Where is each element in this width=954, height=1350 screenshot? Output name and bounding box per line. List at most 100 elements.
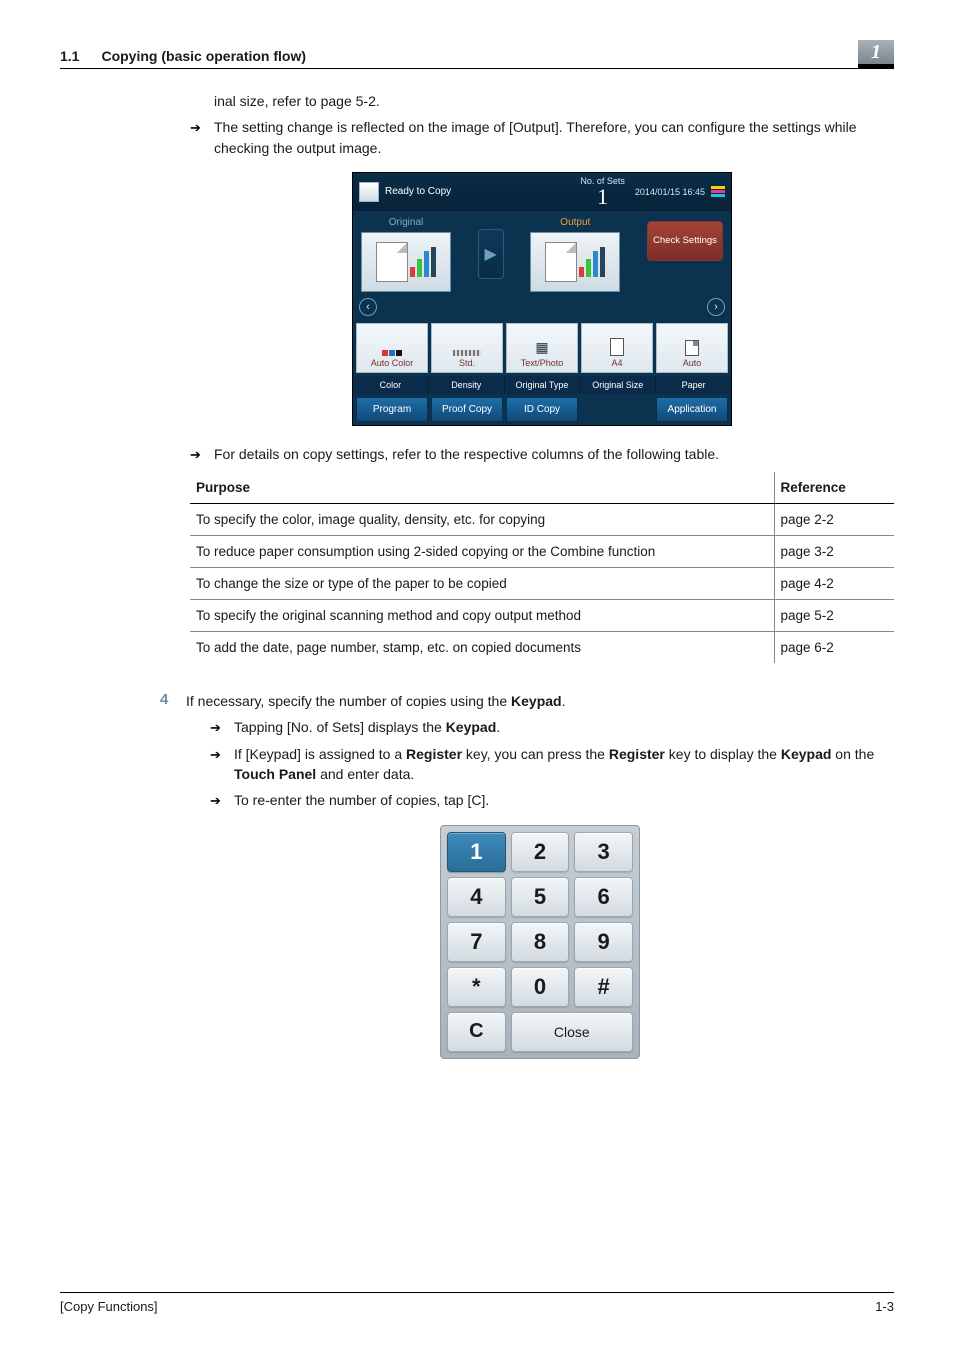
key-3[interactable]: 3: [574, 832, 633, 872]
option-value: Std.: [459, 358, 475, 368]
application-button[interactable]: Application: [656, 397, 728, 422]
panel-bottom-row: Program Proof Copy ID Copy Application: [353, 394, 731, 425]
output-thumb-icon: [530, 232, 620, 292]
bullet-output-setting: ➔ The setting change is reflected on the…: [190, 117, 894, 158]
original-preview: Original: [361, 217, 451, 292]
panel-chevron-row: ‹ ›: [353, 292, 731, 320]
td-reference: page 6-2: [774, 632, 894, 664]
option-density[interactable]: Std.: [431, 323, 503, 373]
key-6[interactable]: 6: [574, 877, 633, 917]
option-grid: Auto Color Std. ▦ Text/Photo A4 Auto: [353, 320, 731, 376]
tray-icon: [685, 340, 699, 356]
proof-copy-button[interactable]: Proof Copy: [431, 397, 503, 422]
key-close[interactable]: Close: [511, 1012, 633, 1052]
table-row: To add the date, page number, stamp, etc…: [190, 632, 894, 664]
output-label: Output: [560, 217, 590, 228]
chevron-left-icon[interactable]: ‹: [359, 298, 377, 316]
step-bullet-1: ➔ Tapping [No. of Sets] displays the Key…: [210, 717, 894, 737]
kw-keypad: Keypad: [511, 693, 562, 709]
option-category: Paper: [656, 376, 731, 394]
panel-status-bar: Ready to Copy No. of Sets 1 2014/01/15 1…: [353, 173, 731, 211]
option-paper[interactable]: Auto: [656, 323, 728, 373]
chapter-number: 1: [871, 41, 881, 64]
chapter-tab: 1: [858, 40, 894, 64]
chevron-right-icon[interactable]: ›: [707, 298, 725, 316]
step-lead: If necessary, specify the number of copi…: [186, 691, 894, 711]
td-purpose: To specify the original scanning method …: [190, 600, 774, 632]
arrow-right-icon: ➔: [210, 793, 224, 809]
kw-keypad: Keypad: [446, 719, 497, 735]
text: .: [496, 719, 500, 735]
keypad-figure: 1 2 3 4 5 6 7 8 9 * 0 # C Close: [186, 825, 894, 1059]
table-row: To specify the color, image quality, den…: [190, 504, 894, 536]
spacer: [581, 397, 653, 422]
output-preview: Output: [530, 217, 620, 292]
option-value: A4: [611, 358, 622, 368]
panel-preview-row: Original ▶ Output Check Settings: [353, 211, 731, 292]
sets-box[interactable]: No. of Sets 1: [580, 176, 625, 208]
density-ruler-icon: [453, 350, 481, 356]
document-icon: [359, 182, 379, 202]
key-1[interactable]: 1: [447, 832, 506, 872]
color-squares-icon: [382, 350, 402, 356]
keypad: 1 2 3 4 5 6 7 8 9 * 0 # C Close: [440, 825, 640, 1059]
td-reference: page 2-2: [774, 504, 894, 536]
arrow-right-icon: ➔: [190, 447, 204, 463]
td-reference: page 3-2: [774, 536, 894, 568]
step-4: 4 If necessary, specify the number of co…: [60, 691, 894, 1058]
step-bullet-3: ➔ To re-enter the number of copies, tap …: [210, 790, 894, 810]
id-copy-button[interactable]: ID Copy: [506, 397, 578, 422]
text: key to display the: [665, 746, 781, 762]
option-color[interactable]: Auto Color: [356, 323, 428, 373]
td-purpose: To add the date, page number, stamp, etc…: [190, 632, 774, 664]
bullet-text: Tapping [No. of Sets] displays the Keypa…: [234, 717, 500, 737]
text: If necessary, specify the number of copi…: [186, 693, 511, 709]
td-reference: page 5-2: [774, 600, 894, 632]
key-4[interactable]: 4: [447, 877, 506, 917]
key-9[interactable]: 9: [574, 922, 633, 962]
key-7[interactable]: 7: [447, 922, 506, 962]
panel-figure: Ready to Copy No. of Sets 1 2014/01/15 1…: [190, 172, 894, 426]
step-body: If necessary, specify the number of copi…: [186, 691, 894, 1058]
text-photo-icon: ▦: [535, 339, 548, 356]
key-5[interactable]: 5: [511, 877, 570, 917]
arrow-right-icon: ➔: [210, 747, 224, 763]
step-bullet-2: ➔ If [Keypad] is assigned to a Register …: [210, 744, 894, 785]
key-hash[interactable]: #: [574, 967, 633, 1007]
text: on the: [831, 746, 874, 762]
bullet-text: To re-enter the number of copies, tap [C…: [234, 790, 489, 810]
ready-label: Ready to Copy: [385, 186, 451, 197]
play-arrow-icon[interactable]: ▶: [478, 229, 504, 279]
key-8[interactable]: 8: [511, 922, 570, 962]
td-reference: page 4-2: [774, 568, 894, 600]
kw-register: Register: [609, 746, 665, 762]
th-purpose: Purpose: [190, 472, 774, 504]
table-row: To reduce paper consumption using 2-side…: [190, 536, 894, 568]
touch-panel: Ready to Copy No. of Sets 1 2014/01/15 1…: [352, 172, 732, 426]
footer-left: [Copy Functions]: [60, 1299, 158, 1314]
sets-value: 1: [580, 186, 625, 208]
bullet-text: The setting change is reflected on the i…: [214, 117, 894, 158]
option-category: Original Size: [580, 376, 655, 394]
option-original-type[interactable]: ▦ Text/Photo: [506, 323, 578, 373]
bullet-text: For details on copy settings, refer to t…: [214, 444, 719, 464]
original-label: Original: [389, 217, 423, 228]
option-value: Auto: [683, 358, 702, 368]
page-header: 1.1 Copying (basic operation flow) 1: [60, 40, 894, 69]
key-clear[interactable]: C: [447, 1012, 506, 1052]
option-label-row: Color Density Original Type Original Siz…: [353, 376, 731, 394]
arrow-right-icon: ➔: [190, 120, 204, 136]
th-reference: Reference: [774, 472, 894, 504]
option-original-size[interactable]: A4: [581, 323, 653, 373]
option-value: Text/Photo: [521, 358, 564, 368]
text: and enter data.: [316, 766, 414, 782]
check-settings-button[interactable]: Check Settings: [647, 221, 723, 261]
key-0[interactable]: 0: [511, 967, 570, 1007]
bullet-text: If [Keypad] is assigned to a Register ke…: [234, 744, 894, 785]
td-purpose: To change the size or type of the paper …: [190, 568, 774, 600]
key-2[interactable]: 2: [511, 832, 570, 872]
text: Tapping [No. of Sets] displays the: [234, 719, 446, 735]
program-button[interactable]: Program: [356, 397, 428, 422]
option-value: Auto Color: [371, 358, 414, 368]
key-star[interactable]: *: [447, 967, 506, 1007]
